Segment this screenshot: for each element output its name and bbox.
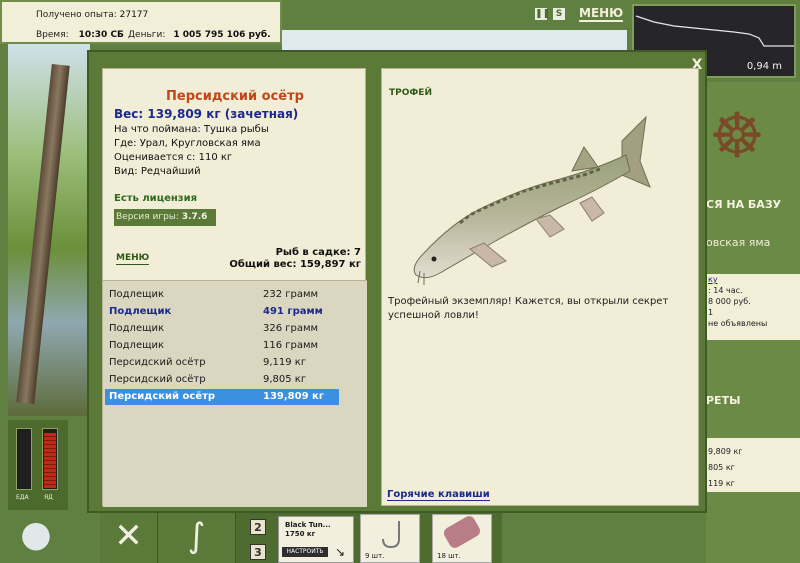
trophy-panel: ТРОФЕЙ Трофейный экземпляр! Кажется, вы … [381,68,699,506]
record-item: 805 кг [708,463,735,472]
status-meters: ЕДА ЯД [8,420,68,510]
keepnet-summary: Рыб в садке: 7 Общий вес: 159,897 кг [229,247,361,271]
catch-fish-weight: 491 грамм [263,306,323,317]
top-menu-button[interactable]: МЕНЮ [579,6,624,22]
money-value: 1 005 795 106 руб. [173,30,271,40]
sturgeon-image [413,115,651,285]
catch-row[interactable]: Подлещик 326 грамм [105,321,339,337]
tools-crossed-icon[interactable]: ✕ [100,510,158,563]
top-controls: ❚❚ S МЕНЮ [535,6,625,24]
poison-meter-label: ЯД [44,494,53,501]
catch-row-selected[interactable]: Персидский осётр 139,809 кг [105,389,339,405]
catch-fish-name: Персидский осётр [109,391,216,402]
depth-readout: 0,94 m [746,61,782,72]
catch-row[interactable]: Персидский осётр 9,805 кг [105,372,339,388]
setup-button[interactable]: НАСТРОИТЬ [282,547,328,557]
license-status: Есть лицензия [114,193,198,204]
scene-photo-top [282,30,627,50]
money-info: Деньги: 1 005 795 106 руб. [128,30,271,40]
fish-details-panel: Персидский осётр Вес: 139,809 кг (зачетн… [102,68,367,507]
cooking-pot-icon[interactable]: ● [10,510,62,560]
game-version-badge: Версия игры: 3.7.6 [114,209,216,226]
record-item: 9,809 кг [708,447,743,456]
version-label: Версия игры: [116,212,179,222]
rated-from-line: Оценивается с: 110 кг [114,152,233,163]
location-info-card: ку : 14 час. 8 000 руб. 1 не объявлены [706,274,800,340]
menu-link[interactable]: МЕНЮ [116,253,150,265]
slot-number-2[interactable]: 2 [250,519,266,535]
catch-row[interactable]: Подлещик 491 грамм [105,304,339,320]
lure-card[interactable]: Black Tun... 1750 кг НАСТРОИТЬ ↘ [278,516,354,563]
catch-fish-weight: 232 грамм [263,289,319,300]
keepnet-total-weight: Общий вес: 159,897 кг [229,259,361,270]
ship-wheel-icon[interactable]: ☸ [706,94,768,178]
experience-value: 27177 [119,10,149,20]
catch-fish-name: Персидский осётр [109,357,206,368]
poison-meter [42,428,58,490]
time-info: Время: 10:30 СБ [36,30,124,40]
catch-fish-name: Подлещик [109,306,172,317]
keepnet-count: Рыб в садке: 7 [275,247,361,258]
catch-fish-name: Подлещик [109,289,165,300]
item-count: 18 шт. [437,552,461,560]
catch-fish-name: Подлещик [109,340,165,351]
catch-fish-name: Персидский осётр [109,374,206,385]
info-line: : 14 час. [708,286,743,295]
trophy-message: Трофейный экземпляр! Кажется, вы открыли… [388,296,669,321]
records-card: 9,809 кг 805 кг 119 кг [706,438,800,492]
catch-row[interactable]: Персидский осётр 9,119 кг [105,355,339,371]
tree-trunk [16,63,70,405]
lure-weight: 1750 кг [285,530,316,538]
s-button[interactable]: S [553,8,565,20]
experience-label: Получено опыта: [36,10,117,20]
record-item: 119 кг [708,479,735,488]
return-to-base-button[interactable]: СЯ НА БАЗУ [706,198,800,211]
time-value: 10:30 СБ [78,30,124,40]
fish-name-title: Персидский осётр [166,89,304,104]
species-type-line: Вид: Редчайший [114,166,201,177]
records-heading[interactable]: РЕТЫ [706,394,800,407]
catch-fish-weight: 139,809 кг [263,391,325,402]
info-line: 1 [708,308,714,317]
caught-on-line: На что поймана: Тушка рыбы [114,124,269,135]
location-line: Где: Урал, Кругловская яма [114,138,261,149]
food-meter-label: ЕДА [16,494,29,501]
info-line: 8 000 руб. [708,297,751,306]
fish-hook-icon[interactable]: ∫ [158,510,236,563]
catch-fish-weight: 9,119 кг [263,357,307,368]
time-label: Время: [36,30,69,40]
location-name-partial: овская яма [706,236,771,249]
food-meter [16,428,32,490]
hook-icon [382,521,400,549]
scene-photo-left [8,44,90,416]
catch-fish-weight: 326 грамм [263,323,319,334]
catch-row[interactable]: Подлещик 116 грамм [105,338,339,354]
fish-bait-icon [441,513,483,551]
bait-item-card[interactable]: 18 шт. [432,513,492,563]
hook-item-card[interactable]: 9 шт. [360,514,420,563]
item-count: 9 шт. [365,552,385,560]
money-label: Деньги: [128,30,166,40]
slot-number-3[interactable]: 3 [250,544,266,560]
fish-info-dialog: X Персидский осётр Вес: 139,809 кг (заче… [87,50,707,513]
catch-fish-weight: 116 грамм [263,340,319,351]
info-line[interactable]: ку [706,274,800,285]
catch-fish-weight: 9,805 кг [263,374,307,385]
status-bar: Получено опыта: 27177 Время: 10:30 СБ Ден… [0,0,282,44]
catch-list: Подлещик 232 грамм Подлещик 491 грамм По… [103,280,367,507]
catch-fish-name: Подлещик [109,323,165,334]
lure-name: Black Tun... [285,521,331,529]
pause-icon[interactable]: ❚❚ [535,8,550,20]
experience-info: Получено опыта: 27177 [36,10,148,20]
hotkeys-link[interactable]: Горячие клавиши [387,489,490,501]
fish-weight-line: Вес: 139,809 кг (зачетная) [114,107,299,121]
arrow-icon: ↘ [335,545,346,559]
info-line: не объявлены [708,319,768,328]
right-side-panel: ☸ СЯ НА БАЗУ овская яма ку : 14 час. 8 0… [706,82,800,563]
version-value: 3.7.6 [181,212,208,222]
catch-row[interactable]: Подлещик 232 грамм [105,287,339,303]
